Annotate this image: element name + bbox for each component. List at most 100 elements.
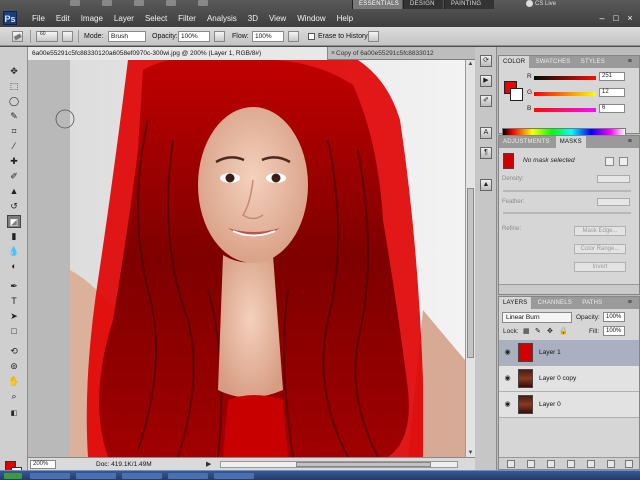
- opacity-input[interactable]: 100%: [178, 31, 210, 42]
- status-menu-arrow-icon[interactable]: ▶: [206, 460, 211, 468]
- tab-channels[interactable]: CHANNELS: [534, 297, 576, 309]
- taskbar-item[interactable]: [168, 473, 208, 479]
- channel-r-value[interactable]: 251: [599, 72, 625, 81]
- add-mask-icon[interactable]: [547, 460, 555, 468]
- feather-slider[interactable]: [503, 212, 631, 214]
- gradient-icon[interactable]: ▮: [7, 230, 21, 243]
- tab-adjustments[interactable]: ADJUSTMENTS: [499, 136, 554, 148]
- pressure-opacity-button[interactable]: [214, 31, 225, 42]
- layer-row[interactable]: ◉ Layer 1: [499, 340, 639, 366]
- menu-view[interactable]: View: [264, 14, 292, 23]
- fill-input[interactable]: 100%: [603, 326, 625, 336]
- layer-style-icon[interactable]: [527, 460, 535, 468]
- workspace-design[interactable]: DESIGN: [403, 0, 443, 9]
- menu-filter[interactable]: Filter: [173, 14, 202, 23]
- quick-select-icon[interactable]: ✎: [7, 110, 21, 123]
- horizontal-scroll-thumb[interactable]: [296, 462, 431, 467]
- shape-icon[interactable]: □: [7, 325, 21, 338]
- visibility-eye-icon[interactable]: ◉: [503, 401, 512, 409]
- tab-layers[interactable]: LAYERS: [499, 297, 532, 309]
- menu-image[interactable]: Image: [76, 14, 109, 23]
- channel-b-slider[interactable]: [534, 108, 596, 112]
- character-panel-icon[interactable]: A: [480, 127, 492, 139]
- channel-r-slider[interactable]: [534, 76, 596, 80]
- zoom-level-icon[interactable]: [134, 0, 144, 6]
- default-colors-icon[interactable]: ◧: [7, 407, 21, 420]
- adjustment-layer-icon[interactable]: [567, 460, 575, 468]
- type-icon[interactable]: T: [7, 295, 21, 308]
- taskbar-item[interactable]: [76, 473, 116, 479]
- hand-icon[interactable]: ✋: [7, 375, 21, 388]
- menu-3d[interactable]: 3D: [243, 14, 264, 23]
- document-tab-active[interactable]: 6a00e55291c5fc88330120a6058ef0970c-300wi…: [28, 47, 328, 60]
- visibility-eye-icon[interactable]: ◉: [503, 375, 512, 383]
- channel-g-value[interactable]: 12: [599, 88, 625, 97]
- menu-edit[interactable]: Edit: [51, 14, 76, 23]
- restore-button[interactable]: □: [610, 13, 622, 23]
- scroll-down-icon[interactable]: ▼: [467, 449, 474, 457]
- zoom-icon[interactable]: ⌕: [7, 390, 21, 403]
- close-window-button[interactable]: ×: [624, 13, 636, 23]
- pixel-mask-icon[interactable]: [605, 157, 614, 166]
- new-layer-icon[interactable]: [607, 460, 615, 468]
- layer-row[interactable]: ◉ Layer 0: [499, 392, 639, 418]
- healing-icon[interactable]: ✚: [7, 155, 21, 168]
- color-range-button[interactable]: Color Range...: [574, 244, 626, 254]
- panel-menu-icon[interactable]: ≡: [624, 297, 636, 309]
- vector-mask-icon[interactable]: [619, 157, 628, 166]
- taskbar-item[interactable]: [122, 473, 162, 479]
- minimize-button[interactable]: –: [596, 13, 608, 23]
- blend-mode-select[interactable]: Linear Burn: [502, 312, 572, 323]
- scroll-up-icon[interactable]: ▲: [467, 60, 474, 68]
- new-group-icon[interactable]: [587, 460, 595, 468]
- canvas-image[interactable]: [28, 60, 465, 457]
- zoom-field[interactable]: 200%: [30, 460, 56, 469]
- brush-preset-picker[interactable]: 60: [36, 31, 58, 42]
- lasso-icon[interactable]: ◯: [7, 95, 21, 108]
- eyedropper-icon[interactable]: ⁄: [7, 140, 21, 153]
- cs-live-button[interactable]: CS Live: [526, 0, 556, 9]
- document-tab-inactive[interactable]: Copy of 6a00e55291c5fc8833012: [332, 47, 475, 60]
- lock-transparency-icon[interactable]: ▦: [523, 327, 530, 335]
- tab-styles[interactable]: STYLES: [577, 56, 609, 68]
- horizontal-scrollbar[interactable]: [220, 461, 458, 468]
- lock-position-icon[interactable]: ✥: [547, 327, 553, 335]
- taskbar-item[interactable]: [30, 473, 70, 479]
- 3d-rotate-icon[interactable]: ⟲: [7, 345, 21, 358]
- panel-menu-icon[interactable]: ≡: [624, 136, 636, 148]
- history-brush-icon[interactable]: ↺: [7, 200, 21, 213]
- link-layers-icon[interactable]: [507, 460, 515, 468]
- paragraph-panel-icon[interactable]: ¶: [480, 147, 492, 159]
- channel-g-slider[interactable]: [534, 92, 596, 96]
- marquee-icon[interactable]: ⬚: [7, 80, 21, 93]
- tool-preset-picker[interactable]: [12, 31, 23, 42]
- feather-input[interactable]: [597, 198, 630, 206]
- dodge-icon[interactable]: ◐: [7, 260, 21, 273]
- mini-bridge-icon[interactable]: [102, 0, 112, 6]
- pen-icon[interactable]: ✒: [7, 280, 21, 293]
- density-slider[interactable]: [503, 190, 631, 192]
- menu-help[interactable]: Help: [332, 14, 359, 23]
- panel-menu-icon[interactable]: ≡: [624, 56, 636, 68]
- vertical-scrollbar[interactable]: ▲ ▼: [465, 60, 475, 457]
- flow-input[interactable]: 100%: [252, 31, 284, 42]
- eraser-icon[interactable]: ◩: [7, 215, 21, 228]
- brush-icon[interactable]: ✐: [7, 170, 21, 183]
- path-select-icon[interactable]: ➤: [7, 310, 21, 323]
- lock-pixels-icon[interactable]: ✎: [535, 327, 541, 335]
- layer-row[interactable]: ◉ Layer 0 copy: [499, 366, 639, 392]
- tab-swatches[interactable]: SWATCHES: [532, 56, 575, 68]
- arrange-documents-icon[interactable]: [166, 0, 176, 6]
- bridge-icon[interactable]: [70, 0, 80, 6]
- vertical-scroll-thumb[interactable]: [467, 188, 474, 358]
- 3d-orbit-icon[interactable]: ⊚: [7, 360, 21, 373]
- clone-stamp-icon[interactable]: ▲: [7, 185, 21, 198]
- tab-paths[interactable]: PATHS: [578, 297, 606, 309]
- mode-select[interactable]: Brush: [108, 31, 146, 42]
- screen-mode-icon[interactable]: [198, 0, 208, 6]
- density-input[interactable]: [597, 175, 630, 183]
- layer-opacity-input[interactable]: 100%: [603, 312, 625, 322]
- history-panel-icon[interactable]: ⟳: [480, 55, 492, 67]
- menu-file[interactable]: File: [27, 14, 51, 23]
- menu-select[interactable]: Select: [140, 14, 173, 23]
